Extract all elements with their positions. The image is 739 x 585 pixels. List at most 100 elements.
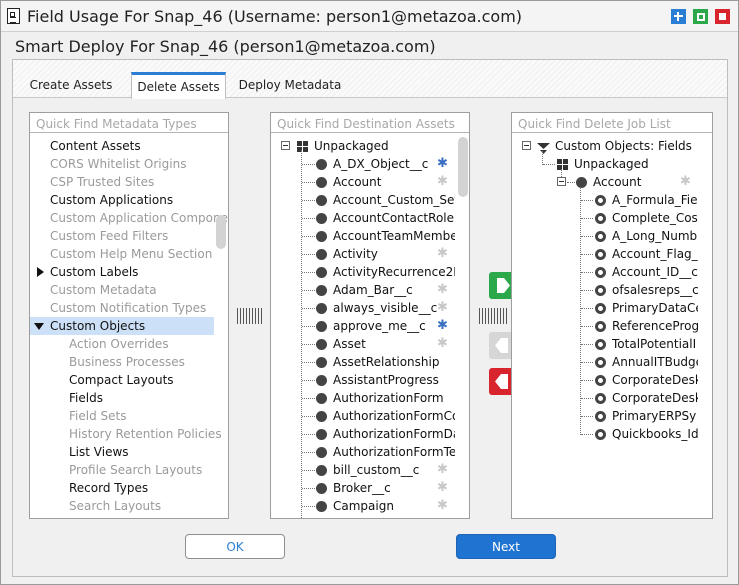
list-item[interactable]: Business Processes [30, 353, 214, 371]
list-item[interactable]: Compact Layouts [30, 371, 214, 389]
destination-assets-list[interactable]: Quick Find Destination Assets Unpackaged… [270, 112, 470, 519]
list-item[interactable]: Content Assets [30, 137, 214, 155]
metadata-types-scrollbar[interactable] [216, 215, 226, 249]
tree-connector [302, 506, 315, 507]
tree-field[interactable]: ofsalesreps__c [512, 281, 712, 299]
collapse-icon[interactable] [522, 141, 531, 150]
tree-item[interactable]: AccountContactRole [271, 209, 455, 227]
list-item-label: Compact Layouts [69, 373, 174, 387]
list-item[interactable]: Custom Notification Types [30, 299, 214, 317]
tree-item-label: AuthorizationForm [333, 391, 444, 405]
tree-connector [543, 164, 555, 165]
tree-item[interactable]: Asset ✱ [271, 335, 455, 353]
star-icon: ✱ [437, 317, 448, 335]
right-splitter-handle[interactable] [479, 308, 509, 324]
tree-item[interactable]: approve_me__c ✱ [271, 317, 455, 335]
list-item[interactable]: Custom Feed Filters [30, 227, 214, 245]
list-item[interactable]: Custom Labels [30, 263, 214, 281]
tree-field[interactable]: AnnualITBudge [512, 353, 712, 371]
tab-delete-assets[interactable]: Delete Assets [131, 72, 226, 99]
tree-item[interactable]: Activity ✱ [271, 245, 455, 263]
tree-package-unpackaged[interactable]: Unpackaged [512, 155, 712, 173]
tree-item[interactable]: ActivityRecurrence2E [271, 263, 455, 281]
tab-deploy-metadata[interactable]: Deploy Metadata [235, 72, 345, 98]
list-item[interactable]: Record Types [30, 479, 214, 497]
object-icon [316, 321, 327, 332]
list-item[interactable]: Custom Application Compone [30, 209, 228, 227]
chevron-down-icon[interactable] [34, 323, 44, 330]
next-button[interactable]: Next [456, 534, 556, 559]
star-icon: ✱ [437, 281, 448, 299]
add-icon[interactable] [671, 9, 686, 24]
tree-field[interactable]: ReferenceProg [512, 317, 712, 335]
tree-item[interactable]: Broker__c ✱ [271, 479, 455, 497]
tree-item[interactable]: AuthorizationFormTex [271, 443, 455, 461]
tree-connector [302, 218, 315, 219]
tree-item[interactable]: AssetRelationship [271, 353, 455, 371]
tree-field[interactable]: A_Long_Numb [512, 227, 712, 245]
list-item[interactable]: Custom Metadata [30, 281, 214, 299]
tree-root-label: Unpackaged [314, 139, 389, 153]
tree-item[interactable]: AuthorizationFormCo [271, 407, 455, 425]
tree-field[interactable]: Quickbooks_Id [512, 425, 712, 443]
collapse-icon[interactable] [557, 177, 566, 186]
tab-create-assets[interactable]: Create Assets [21, 72, 121, 98]
object-icon [316, 483, 327, 494]
delete-job-search[interactable]: Quick Find Delete Job List [512, 113, 712, 133]
tree-connector [581, 200, 593, 201]
tree-item[interactable]: AssistantProgress [271, 371, 455, 389]
chevron-right-icon[interactable] [37, 267, 44, 277]
list-item[interactable]: Field Sets [30, 407, 214, 425]
tree-item[interactable]: Adam_Bar__c ✱ [271, 281, 455, 299]
tree-field[interactable]: Complete_Cos [512, 209, 712, 227]
tree-item[interactable]: bill_custom__c ✱ [271, 461, 455, 479]
ok-button[interactable]: OK [185, 534, 285, 559]
tree-item[interactable]: Account_Custom_Set [271, 191, 455, 209]
list-item[interactable]: Profile Search Layouts [30, 461, 214, 479]
list-item[interactable]: CSP Trusted Sites [30, 173, 214, 191]
collapse-icon[interactable] [281, 141, 290, 150]
list-item[interactable]: History Retention Policies [30, 425, 222, 443]
delete-job-list[interactable]: Quick Find Delete Job List Custom Object… [511, 112, 713, 519]
list-item-label: CSP Trusted Sites [50, 175, 155, 189]
tree-item[interactable]: AccountTeamMember [271, 227, 455, 245]
tree-root-unpackaged[interactable]: Unpackaged [271, 137, 455, 155]
list-item[interactable]: Custom Applications [30, 191, 214, 209]
window-title: Field Usage For Snap_46 (Username: perso… [27, 7, 523, 26]
tree-field[interactable]: Account_Flag_ [512, 245, 712, 263]
tree-item[interactable]: Campaign ✱ [271, 497, 455, 515]
list-item[interactable]: Custom Objects [30, 317, 214, 335]
tree-item[interactable]: AuthorizationForm [271, 389, 455, 407]
tree-field[interactable]: PrimaryDataCe [512, 299, 712, 317]
tree-field[interactable]: Account_ID__c [512, 263, 712, 281]
tree-item[interactable]: Account ✱ [271, 173, 455, 191]
list-item[interactable]: Action Overrides [30, 335, 214, 353]
tree-field-label: Quickbooks_Id [612, 427, 698, 441]
list-item-label: Custom Application Compone [50, 211, 229, 225]
metadata-types-search[interactable]: Quick Find Metadata Types [30, 113, 228, 133]
field-icon [595, 213, 606, 224]
destination-assets-scrollbar[interactable] [458, 137, 468, 197]
list-item[interactable]: CORS Whitelist Origins [30, 155, 214, 173]
close-icon[interactable] [715, 9, 730, 24]
tree-field[interactable]: TotalPotentialI [512, 335, 712, 353]
list-item[interactable]: Custom Help Menu Section [30, 245, 214, 263]
list-item[interactable]: Fields [30, 389, 214, 407]
maximize-icon[interactable] [693, 9, 708, 24]
tree-field[interactable]: A_Formula_Fie [512, 191, 712, 209]
list-item[interactable]: List Views [30, 443, 214, 461]
tree-item[interactable]: AuthorizationFormDa [271, 425, 455, 443]
list-item[interactable]: Search Layouts [30, 497, 214, 515]
tree-field[interactable]: PrimaryERPSy [512, 407, 712, 425]
tree-item[interactable]: always_visible__c ✱ [271, 299, 455, 317]
tree-connector [302, 236, 315, 237]
destination-assets-search[interactable]: Quick Find Destination Assets [271, 113, 469, 133]
tree-item[interactable]: A_DX_Object__c ✱ [271, 155, 455, 173]
tree-field[interactable]: CorporateDesk [512, 371, 712, 389]
left-splitter-handle[interactable] [237, 308, 263, 324]
tree-object-account[interactable]: Account ✱ [512, 173, 712, 191]
tree-connector [302, 362, 315, 363]
metadata-types-list[interactable]: Quick Find Metadata Types Content Assets… [29, 112, 229, 519]
tree-connector [302, 488, 315, 489]
tree-field[interactable]: CorporateDesk [512, 389, 712, 407]
